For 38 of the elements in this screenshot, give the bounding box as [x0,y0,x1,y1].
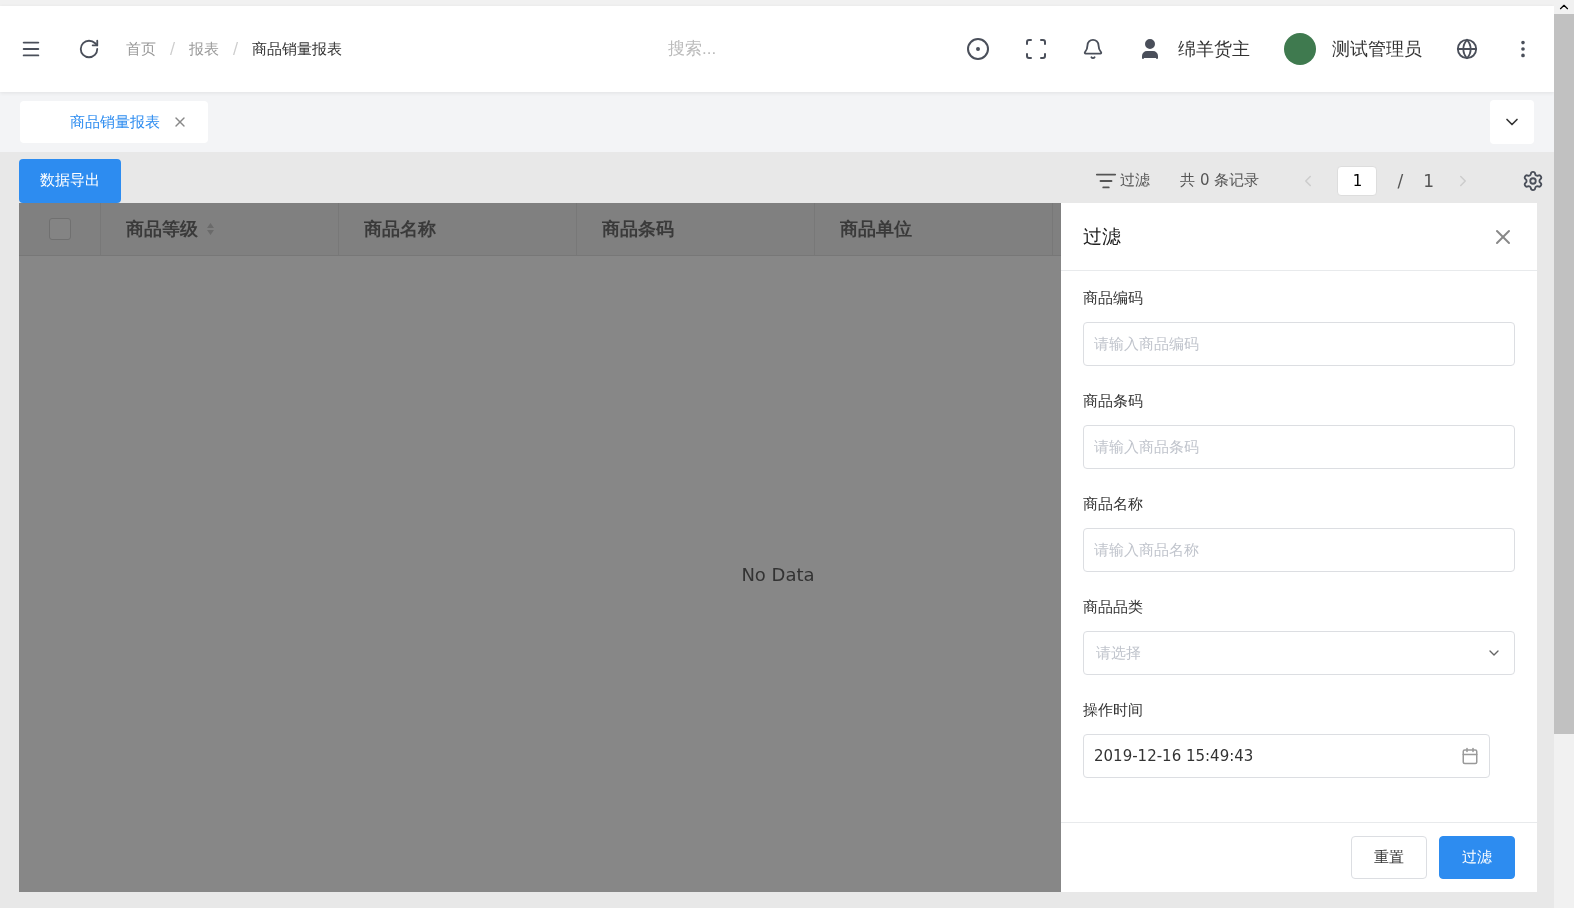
drawer-title: 过滤 [1083,223,1121,249]
fullscreen-icon[interactable] [1024,37,1048,61]
column-title: 商品单位 [840,217,912,241]
scrollbar-thumb[interactable] [1554,14,1574,734]
reset-button[interactable]: 重置 [1351,836,1427,879]
date-field[interactable]: 2019-12-16 15:49:43 [1083,734,1490,778]
field-label: 商品名称 [1083,495,1144,514]
user-name[interactable]: 测试管理员 [1332,37,1422,61]
bell-icon[interactable] [1082,38,1104,60]
page-count: 1 [1423,170,1434,191]
column-title: 商品等级 [126,217,198,241]
settings-icon[interactable] [1522,169,1544,192]
breadcrumb-separator: / [233,40,239,58]
export-button[interactable]: 数据导出 [19,158,121,203]
field-label: 商品编码 [1083,289,1144,308]
page-input[interactable]: 1 [1337,165,1378,196]
field-label: 商品条码 [1083,392,1144,411]
column-title: 商品名称 [364,217,436,241]
input-field[interactable]: 请输入商品编码 [1083,322,1515,366]
input-field[interactable]: 请输入商品名称 [1083,528,1515,572]
calendar-icon[interactable] [1461,747,1479,765]
record-count: 共 0 条记录 [1180,171,1260,190]
record-icon[interactable] [966,37,990,61]
column-title: 商品条码 [602,217,674,241]
input-field[interactable]: 请输入商品条码 [1083,425,1515,469]
field-label: 商品品类 [1083,598,1144,617]
tab[interactable]: 商品销量报表 [20,101,208,143]
breadcrumb-separator: / [170,40,176,58]
filter-button[interactable]: 过滤 [1439,836,1515,879]
empty-message: No Data [741,563,815,585]
globe-icon[interactable] [1456,38,1478,60]
avatar [1284,33,1316,65]
filter-link[interactable]: 过滤 [1120,171,1151,190]
refresh-icon[interactable] [78,38,100,60]
shop-name[interactable]: 绵羊货主 [1178,37,1250,61]
field-label: 操作时间 [1083,701,1144,720]
breadcrumb-link[interactable]: 商品销量报表 [252,39,343,59]
page-separator: / [1397,170,1404,191]
